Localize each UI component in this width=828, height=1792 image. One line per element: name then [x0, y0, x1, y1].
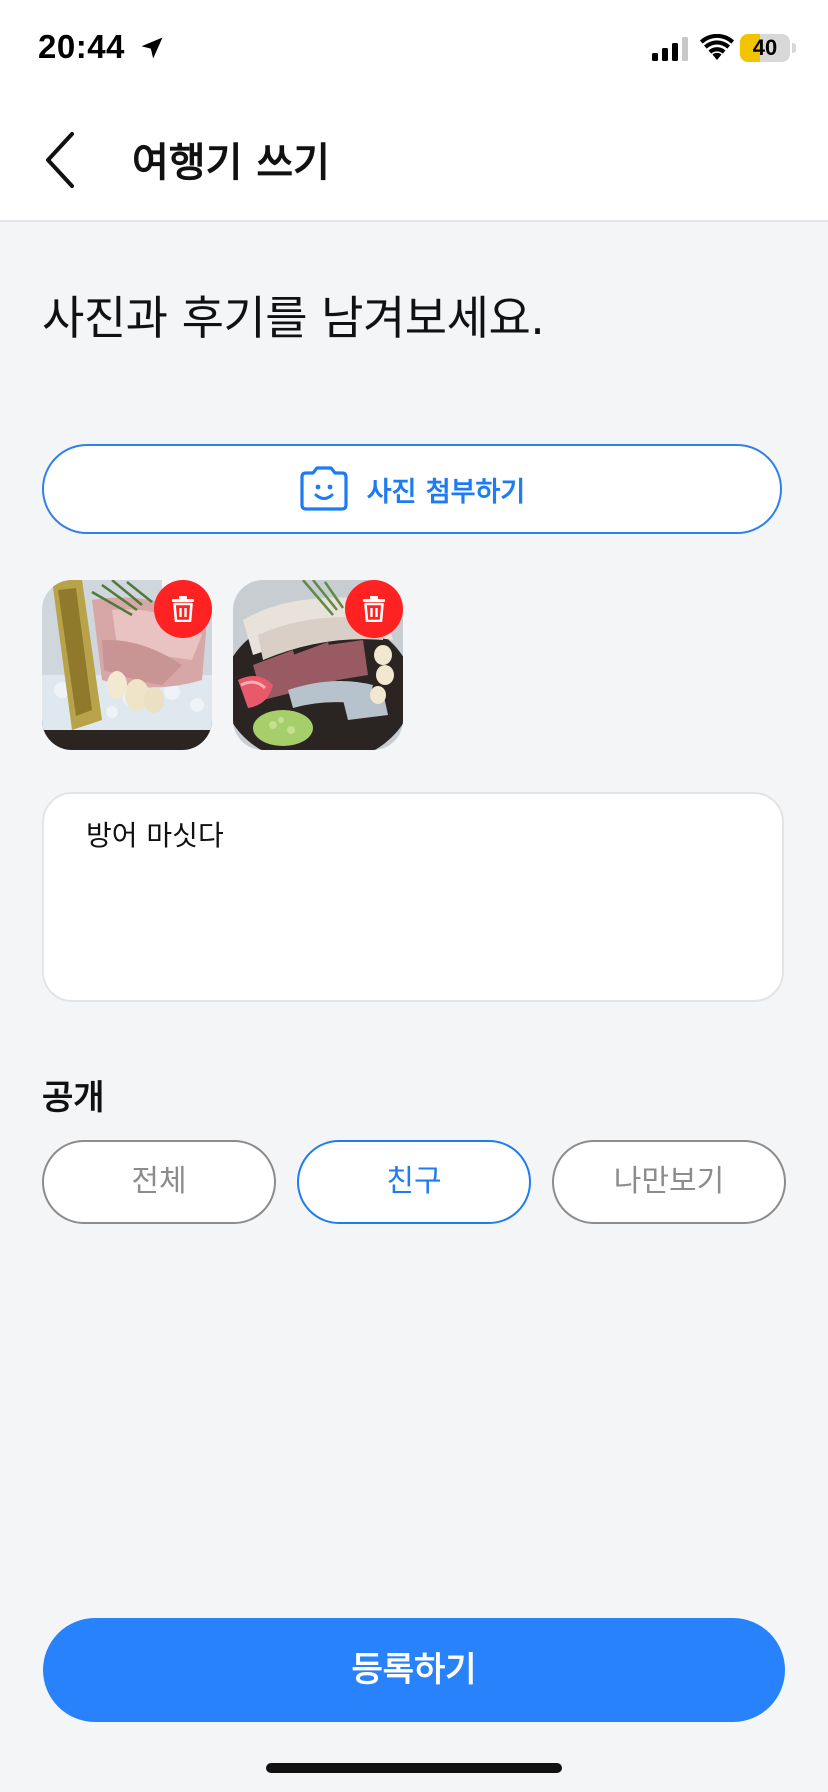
- visibility-label: 공개: [42, 1078, 105, 1118]
- nav-bar: 여행기 쓰기: [0, 100, 828, 222]
- delete-photo-button[interactable]: [345, 580, 403, 638]
- delete-photo-button[interactable]: [154, 580, 212, 638]
- review-text-value[interactable]: 방어 마싯다: [86, 814, 752, 854]
- battery-cap: [792, 43, 796, 53]
- attach-photo-label: 사진 첨부하기: [366, 476, 526, 508]
- section-heading: 사진과 후기를 남겨보세요.: [42, 291, 545, 345]
- camera-smile-icon: [300, 466, 348, 511]
- attach-photo-button[interactable]: 사진 첨부하기: [42, 444, 782, 534]
- chevron-left-icon: [46, 132, 74, 188]
- status-time: 20:44: [38, 28, 125, 65]
- home-indicator[interactable]: [266, 1763, 562, 1773]
- location-arrow-icon: [141, 37, 163, 59]
- review-textarea[interactable]: 방어 마싯다: [42, 792, 784, 1002]
- page-title: 여행기 쓰기: [132, 140, 330, 186]
- trash-icon: [363, 596, 385, 622]
- status-bar: 20:44 40: [0, 0, 828, 100]
- trash-icon: [172, 596, 194, 622]
- visibility-option-private[interactable]: 나만보기: [552, 1140, 786, 1224]
- battery-icon: 40: [740, 34, 790, 62]
- cellular-signal-icon: [652, 37, 688, 61]
- submit-button[interactable]: 등록하기: [43, 1618, 785, 1722]
- visibility-option-all[interactable]: 전체: [42, 1140, 276, 1224]
- wifi-icon: [700, 34, 734, 60]
- back-button[interactable]: [30, 120, 100, 200]
- visibility-option-friends[interactable]: 친구: [297, 1140, 531, 1224]
- battery-level: 40: [752, 35, 778, 60]
